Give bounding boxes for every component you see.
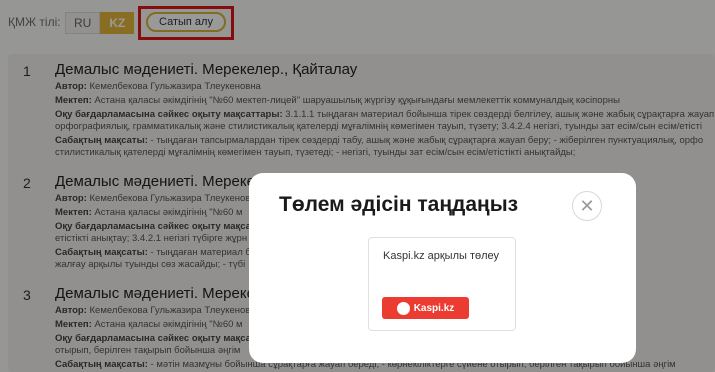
modal-title: Төлем әдісін таңдаңыз [279,193,519,216]
close-icon[interactable]: ✕ [572,191,602,221]
kaspi-logo-text: Kaspi.kz [413,302,455,314]
payment-option-label: Kaspi.kz арқылы төлеу [383,250,500,262]
kaspi-logo: Kaspi.kz [382,297,469,319]
kaspi-icon [396,301,410,315]
kaspi-payment-option[interactable]: Kaspi.kz арқылы төлеу Kaspi.kz [368,237,516,331]
payment-method-modal: Төлем әдісін таңдаңыз ✕ Kaspi.kz арқылы … [249,173,636,363]
